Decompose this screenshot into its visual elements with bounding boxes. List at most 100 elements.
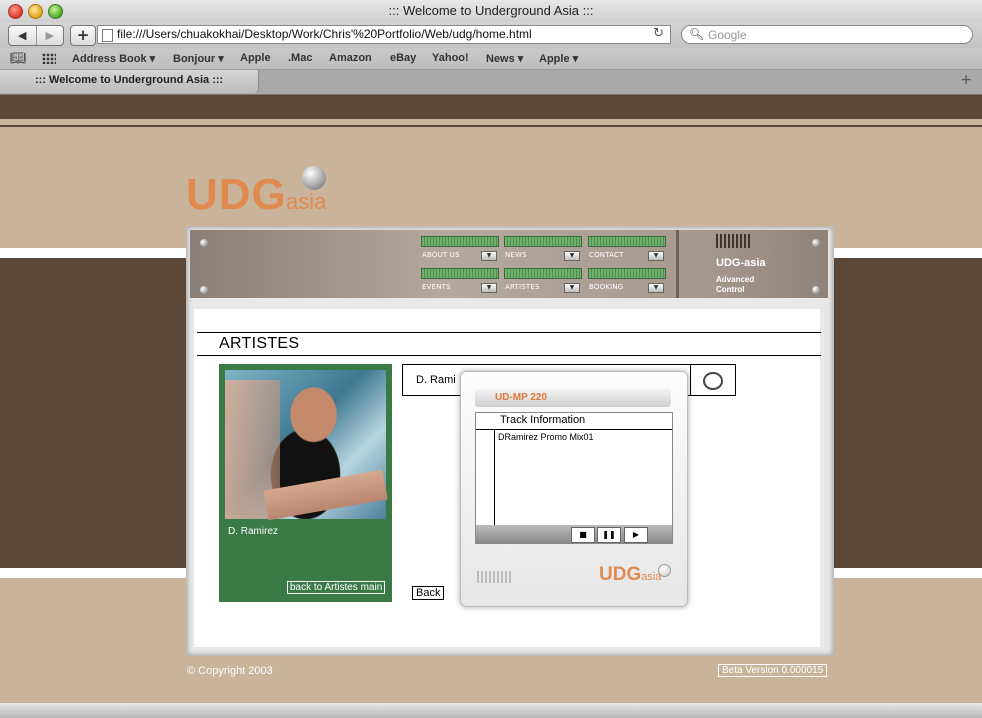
nav-label: ABOUT US <box>422 251 460 259</box>
top-line <box>0 125 982 127</box>
stop-icon[interactable]: ■ <box>571 527 595 543</box>
search-field[interactable]: 🔍︎ Google <box>681 25 973 44</box>
track-info-header: Track Information <box>476 413 672 430</box>
nav-buttons: ◀ ▶ <box>8 25 64 46</box>
nav-display <box>421 268 499 279</box>
control-console: ABOUT US ▼ NEWS ▼ CONTACT ▼ EVENTS ▼ ART… <box>190 230 828 298</box>
globe-icon <box>302 166 326 190</box>
screw-icon <box>812 239 820 247</box>
player-titlebar[interactable]: UD-MP 220 <box>475 389 671 407</box>
chevron-down-icon[interactable]: ▼ <box>564 283 580 293</box>
nav-display <box>588 268 666 279</box>
player-logo: UDGasia <box>599 564 661 586</box>
bookmarks-bar: 📖︎ Address Book ▾ Bonjour ▾ Apple .Mac A… <box>0 48 982 70</box>
track-divider <box>494 429 495 525</box>
page-title: ARTISTES <box>219 335 300 352</box>
browser-toolbar: ◀ ▶ + file:///Users/chuakokhai/Desktop/W… <box>0 22 982 48</box>
bookmark-address-book[interactable]: Address Book ▾ <box>72 52 155 65</box>
nav-contact[interactable]: CONTACT ▼ <box>588 236 666 264</box>
back-to-artists-link[interactable]: back to Artistes main <box>287 581 386 594</box>
top-band <box>0 95 982 119</box>
mp3-player[interactable]: UD-MP 220 Track Information DRamirez Pro… <box>460 371 688 607</box>
logo-udg: UDG <box>186 170 287 219</box>
artist-photo <box>225 370 388 521</box>
screw-icon <box>200 286 208 294</box>
logo-asia: asia <box>286 189 327 214</box>
screw-icon <box>200 239 208 247</box>
bookmark-news[interactable]: News ▾ <box>486 52 523 65</box>
window-bottom-edge <box>0 703 982 718</box>
new-tab-icon[interactable]: + <box>960 72 972 88</box>
bookmark-mac[interactable]: .Mac <box>288 52 312 64</box>
chevron-down-icon[interactable]: ▼ <box>481 251 497 261</box>
console-divider <box>676 230 679 298</box>
console-sub-advanced: Advanced <box>716 275 755 284</box>
add-bookmark-button[interactable]: + <box>70 25 96 46</box>
beta-version-badge: Beta Version 0.000015 <box>718 664 828 677</box>
bookmark-apple-menu[interactable]: Apple ▾ <box>539 52 578 65</box>
artist-name: D. Ramirez <box>228 526 279 537</box>
window-title: ::: Welcome to Underground Asia ::: <box>388 3 594 18</box>
artist-card: D. Ramirez back to Artistes main <box>219 364 392 602</box>
back-arrow-icon[interactable]: ◀ <box>9 26 36 45</box>
chevron-down-icon[interactable]: ▼ <box>648 251 664 261</box>
page-icon <box>102 29 113 42</box>
bookmark-apple[interactable]: Apple <box>240 52 271 64</box>
search-icon[interactable]: 🔍︎ <box>689 27 704 41</box>
bookmarks-book-icon[interactable]: 📖︎ <box>10 51 27 66</box>
bookmark-bonjour[interactable]: Bonjour ▾ <box>173 52 224 65</box>
heading-rule-bottom <box>197 355 821 356</box>
player-globe-icon <box>658 564 671 577</box>
console-subtitle: Advanced Control <box>716 275 754 295</box>
search-placeholder: Google <box>708 28 747 42</box>
photo-arm <box>263 469 388 521</box>
player-logo-main: UDG <box>599 564 642 585</box>
nav-label: BOOKING <box>589 283 624 291</box>
copyright-text: © Copyright 2003 <box>187 665 273 677</box>
headphones-button[interactable] <box>690 365 735 395</box>
forward-arrow-icon[interactable]: ▶ <box>35 26 64 45</box>
tab-welcome[interactable]: ::: Welcome to Underground Asia ::: <box>0 70 259 93</box>
nav-label: EVENTS <box>422 283 451 291</box>
heading-rule-top <box>197 332 821 333</box>
window-titlebar: ::: Welcome to Underground Asia ::: <box>0 0 982 22</box>
play-icon[interactable]: ▶ <box>624 527 648 543</box>
chevron-down-icon[interactable]: ▼ <box>648 283 664 293</box>
console-sub-control: Control <box>716 285 745 294</box>
site-logo[interactable]: UDG asia <box>186 166 326 220</box>
bookmark-yahoo[interactable]: Yahoo! <box>432 52 469 64</box>
tab-label: ::: Welcome to Underground Asia ::: <box>35 74 224 86</box>
nav-artistes[interactable]: ARTISTES ▼ <box>504 268 582 296</box>
screw-icon <box>812 286 820 294</box>
nav-about-us[interactable]: ABOUT US ▼ <box>421 236 499 264</box>
bookmarks-grid-icon[interactable] <box>42 53 56 64</box>
track-info-label: Track Information <box>500 414 586 426</box>
player-screen: Track Information DRamirez Promo Mix01 ■… <box>475 412 673 544</box>
url-text[interactable]: file:///Users/chuakokhai/Desktop/Work/Ch… <box>117 27 532 41</box>
bookmark-amazon[interactable]: Amazon <box>329 52 372 64</box>
nav-news[interactable]: NEWS ▼ <box>504 236 582 264</box>
player-controls: ■ ❚❚ ▶ <box>476 525 672 543</box>
vent-grille <box>716 234 750 248</box>
pause-icon[interactable]: ❚❚ <box>597 527 621 543</box>
track-item[interactable]: DRamirez Promo Mix01 <box>498 432 594 442</box>
nav-display <box>504 268 582 279</box>
nav-display <box>421 236 499 247</box>
nav-display <box>588 236 666 247</box>
player-model: UD-MP 220 <box>495 392 548 403</box>
chevron-down-icon[interactable]: ▼ <box>564 251 580 261</box>
nav-label: ARTISTES <box>505 283 540 291</box>
reload-icon[interactable]: ↻ <box>653 26 664 41</box>
chevron-down-icon[interactable]: ▼ <box>481 283 497 293</box>
nav-label: CONTACT <box>589 251 624 259</box>
headphones-icon <box>703 372 723 390</box>
tab-bar: ::: Welcome to Underground Asia ::: + <box>0 70 982 95</box>
console-brand: UDG-asia <box>716 257 766 269</box>
nav-display <box>504 236 582 247</box>
bookmark-ebay[interactable]: eBay <box>390 52 416 64</box>
back-button[interactable]: Back <box>412 586 445 600</box>
address-bar[interactable]: file:///Users/chuakokhai/Desktop/Work/Ch… <box>97 25 671 44</box>
nav-events[interactable]: EVENTS ▼ <box>421 268 499 296</box>
nav-booking[interactable]: BOOKING ▼ <box>588 268 666 296</box>
artist-select-text: D. Rami <box>416 374 456 386</box>
